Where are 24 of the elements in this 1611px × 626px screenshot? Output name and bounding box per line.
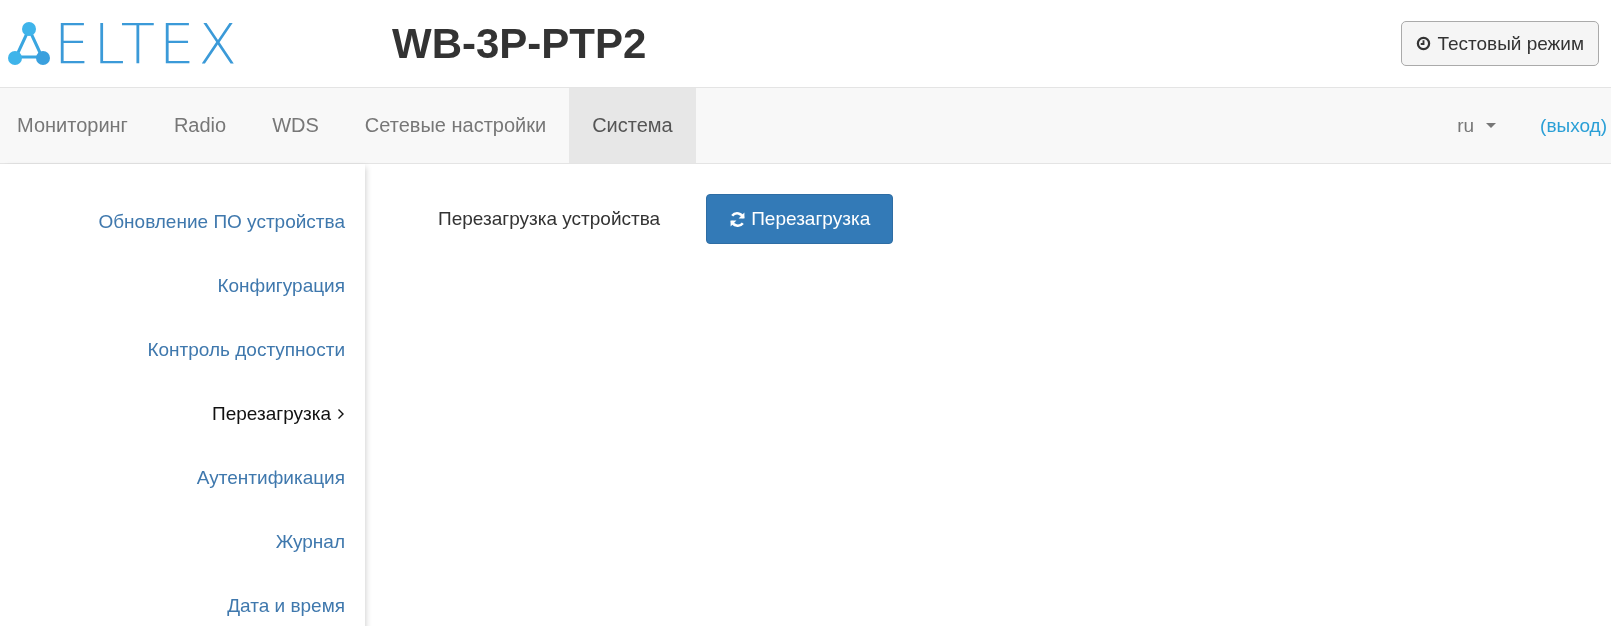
language-dropdown[interactable]: ru (1435, 88, 1519, 163)
clock-icon (1416, 36, 1432, 51)
logo-icon (8, 20, 50, 67)
nav-tab[interactable]: Сетевые настройки (341, 88, 570, 163)
sidebar-item[interactable]: Контроль доступности (147, 318, 345, 382)
sidebar-item[interactable]: Дата и время (227, 574, 345, 626)
reboot-button[interactable]: Перезагрузка (706, 194, 894, 244)
test-mode-button[interactable]: Тестовый режим (1401, 21, 1599, 66)
sidebar-item[interactable]: Журнал (275, 510, 345, 574)
nav-tab[interactable]: Radio (150, 88, 250, 163)
sidebar-item[interactable]: Аутентификация (196, 446, 345, 510)
sidebar-item[interactable]: Конфигурация (217, 254, 345, 318)
logo-text: ELTEX (54, 15, 241, 72)
nav-tab[interactable]: Система (569, 88, 696, 163)
chevron-right-icon (337, 408, 345, 420)
caret-icon (1486, 122, 1497, 129)
nav-tab[interactable]: WDS (249, 88, 342, 163)
reboot-label: Перезагрузка устройства (438, 208, 661, 230)
device-title: WB-3P-PTP2 (392, 19, 647, 68)
logout-link[interactable]: (выход) (1518, 88, 1611, 163)
nav-tab[interactable]: Мониторинг (0, 88, 151, 163)
refresh-icon (729, 210, 747, 228)
sidebar-item[interactable]: Обновление ПО устройства (98, 190, 345, 254)
sidebar-item[interactable]: Перезагрузка (212, 382, 345, 446)
